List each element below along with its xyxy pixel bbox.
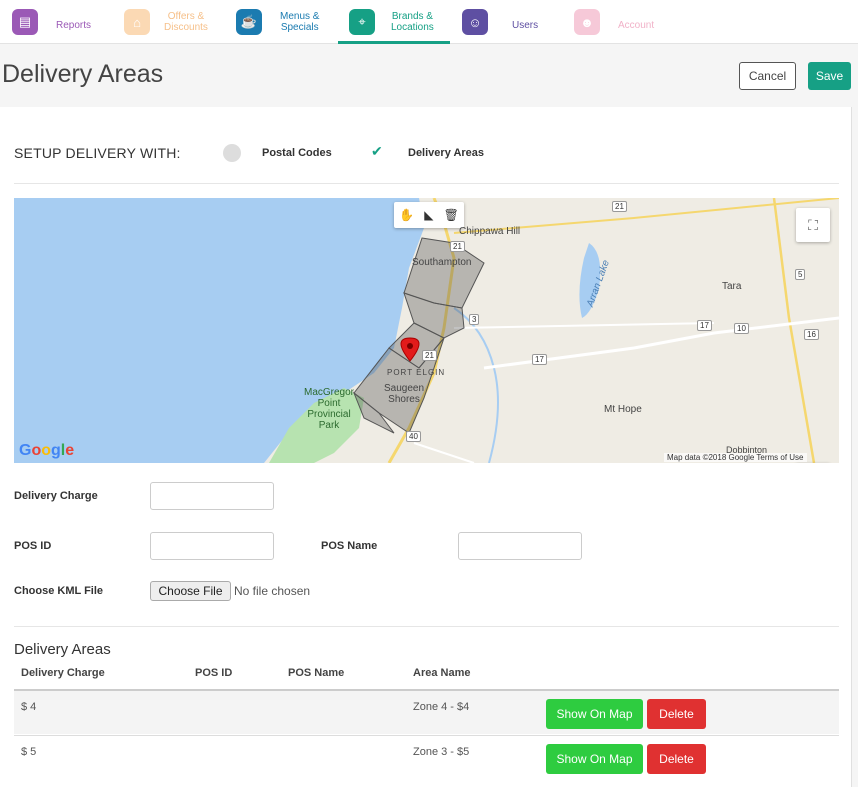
delivery-areas-option[interactable]: Delivery Areas — [408, 147, 484, 159]
table-row: $ 4 Zone 4 - $4 Show On Map Delete — [14, 689, 839, 734]
map-label-saugeen-shores: Saugeen Shores — [384, 383, 425, 405]
trash-icon[interactable]: 🗑 — [444, 208, 459, 222]
save-button[interactable]: Save — [808, 62, 851, 90]
route-badge: 21 — [450, 241, 465, 252]
pos-name-label: POS Name — [321, 540, 378, 552]
nav-item-menus[interactable]: ☕ Menus & Specials — [236, 0, 319, 44]
top-navigation: ▤ Reports ⌂ Offers & Discounts ☕ Menus &… — [0, 0, 858, 44]
google-logo: Google — [19, 442, 75, 459]
active-tab-indicator — [338, 41, 450, 44]
account-icon: ☻ — [574, 9, 600, 35]
nav-label-menus: Menus & Specials — [280, 11, 320, 33]
column-header-delivery-charge: Delivery Charge — [21, 667, 105, 679]
pos-id-label: POS ID — [14, 540, 52, 552]
route-badge: 16 — [804, 329, 819, 340]
route-badge: 21 — [612, 201, 627, 212]
row-charge: $ 4 — [21, 701, 37, 713]
route-badge: 3 — [469, 314, 480, 325]
file-status: No file chosen — [234, 584, 311, 598]
offers-icon: ⌂ — [124, 9, 150, 35]
nav-item-brands[interactable]: ⌖ Brands & Locations — [349, 0, 434, 44]
reports-icon: ▤ — [12, 9, 38, 35]
map-label-macgregor-park: MacGregor Point Provincial Park — [304, 387, 355, 431]
pos-id-input[interactable] — [150, 532, 274, 560]
route-badge: 5 — [795, 269, 806, 280]
delivery-charge-input[interactable] — [150, 482, 274, 510]
column-header-pos-name: POS Name — [288, 667, 345, 679]
nav-label-brands: Brands & Locations — [391, 11, 434, 33]
menus-icon: ☕ — [236, 9, 262, 35]
user-icon: ☺ — [462, 9, 488, 35]
table-row: $ 5 Zone 3 - $5 Show On Map Delete — [14, 735, 839, 780]
map-label-southampton: Southampton — [412, 257, 472, 268]
nav-label-reports: Reports — [56, 19, 92, 31]
nav-label-account: Account — [618, 19, 655, 31]
delete-button[interactable]: Delete — [647, 744, 706, 774]
row-area-name: Zone 4 - $4 — [413, 701, 470, 713]
column-header-area-name: Area Name — [413, 667, 471, 679]
route-badge: 17 — [532, 354, 547, 365]
nav-label-offers: Offers & Discounts — [164, 11, 208, 33]
postal-codes-option[interactable]: Postal Codes — [262, 147, 332, 159]
map-label-mt-hope: Mt Hope — [604, 404, 642, 415]
check-icon[interactable]: ✔ — [371, 143, 383, 160]
drawing-toolbar: ✋ ◣ 🗑 — [394, 202, 464, 228]
delivery-settings-card: SETUP DELIVERY WITH: Postal Codes ✔ Deli… — [0, 107, 852, 787]
kml-file-label: Choose KML File — [14, 585, 104, 597]
show-on-map-button[interactable]: Show On Map — [546, 744, 643, 774]
pos-name-input[interactable] — [458, 532, 582, 560]
page-title: Delivery Areas — [2, 60, 164, 88]
route-badge: 40 — [406, 431, 421, 442]
hand-icon[interactable]: ✋ — [399, 208, 414, 222]
setup-delivery-label: SETUP DELIVERY WITH: — [14, 145, 181, 161]
column-header-pos-id: POS ID — [195, 667, 233, 679]
choose-file-button[interactable]: Choose File — [150, 581, 231, 601]
delete-button[interactable]: Delete — [647, 699, 706, 729]
show-on-map-button[interactable]: Show On Map — [546, 699, 643, 729]
nav-label-users: Users — [512, 19, 539, 31]
location-pin-icon: ⌖ — [349, 9, 375, 35]
route-badge: 17 — [697, 320, 712, 331]
row-area-name: Zone 3 - $5 — [413, 746, 470, 758]
postal-codes-radio[interactable] — [223, 144, 241, 162]
map-attribution[interactable]: Map data ©2018 Google Terms of Use — [664, 453, 807, 462]
cancel-button[interactable]: Cancel — [739, 62, 796, 90]
map-label-port-elgin: PORT ELGIN — [387, 368, 446, 377]
map-label-chippawa-hill: Chippawa Hill — [459, 226, 521, 237]
polygon-draw-icon[interactable]: ◣ — [424, 208, 433, 222]
divider — [14, 183, 839, 184]
route-badge: 10 — [734, 323, 749, 334]
delivery-charge-label: Delivery Charge — [14, 490, 98, 502]
nav-item-offers[interactable]: ⌂ Offers & Discounts — [124, 0, 208, 44]
map-label-tara: Tara — [722, 281, 742, 292]
nav-item-account[interactable]: ☻ Account — [574, 0, 654, 44]
delivery-map[interactable]: ✋ ◣ 🗑 ⛶ + − Chippawa Hill Southampton Ar… — [14, 198, 839, 463]
nav-item-reports[interactable]: ▤ Reports — [12, 0, 91, 44]
divider — [14, 626, 839, 627]
map-canvas — [14, 198, 839, 463]
fullscreen-icon[interactable]: ⛶ — [796, 208, 830, 242]
route-badge: 21 — [422, 350, 437, 361]
nav-item-users[interactable]: ☺ Users — [462, 0, 538, 44]
delivery-areas-table-title: Delivery Areas — [14, 641, 111, 658]
row-charge: $ 5 — [21, 746, 37, 758]
